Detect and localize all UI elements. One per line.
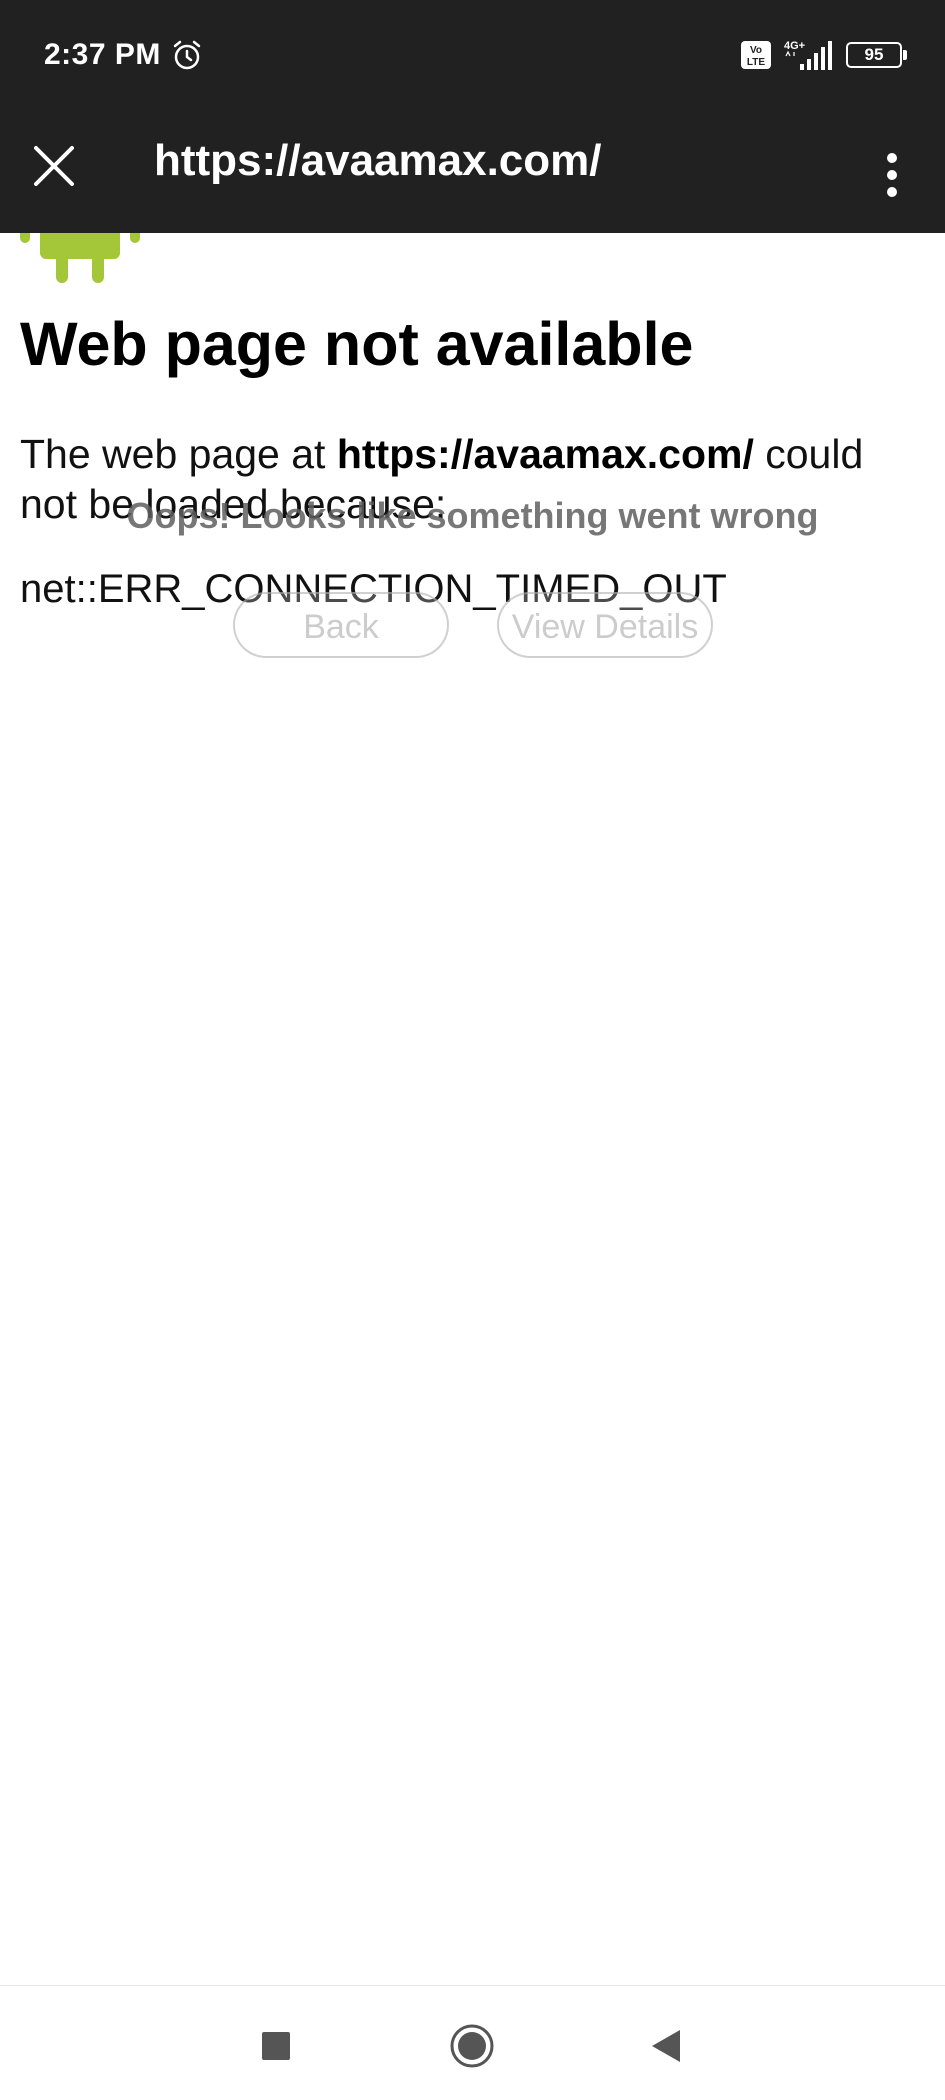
signal-4g-icon: 4G+ bbox=[784, 40, 832, 70]
status-bar: 2:37 PM Vo LTE 4G+ 95 bbox=[0, 0, 945, 112]
battery-tip bbox=[903, 50, 907, 60]
battery-level: 95 bbox=[864, 45, 884, 64]
back-triangle-icon[interactable] bbox=[648, 2026, 684, 2066]
battery-indicator: 95 bbox=[846, 42, 907, 68]
page-url-title: https://avaamax.com/ bbox=[154, 136, 602, 185]
overlay-error-text: Oops! Looks like something went wrong bbox=[126, 495, 819, 536]
view-details-button[interactable]: View Details bbox=[497, 592, 713, 658]
close-icon[interactable] bbox=[20, 132, 88, 200]
status-time: 2:37 PM bbox=[44, 38, 161, 71]
error-heading: Web page not available bbox=[20, 310, 694, 378]
recents-square-icon[interactable] bbox=[258, 2028, 294, 2064]
overlay-error-message: Oops! Looks like something went wrong bbox=[0, 495, 945, 537]
screen: 2:37 PM Vo LTE 4G+ 95 https://avaamax.co… bbox=[0, 0, 945, 2100]
back-button[interactable]: Back bbox=[233, 592, 449, 658]
alarm-clock-icon bbox=[173, 40, 201, 70]
overflow-menu-icon[interactable] bbox=[866, 132, 918, 212]
navigation-bar bbox=[0, 1986, 945, 2100]
volte-icon: Vo LTE bbox=[741, 41, 771, 69]
svg-text:LTE: LTE bbox=[747, 57, 765, 68]
app-bar: https://avaamax.com/ bbox=[0, 112, 945, 233]
android-robot-icon bbox=[20, 233, 140, 283]
web-content: Web page not available The web page at h… bbox=[0, 233, 945, 1985]
error-desc-prefix: The web page at bbox=[20, 431, 337, 477]
svg-text:Vo: Vo bbox=[750, 45, 762, 56]
svg-text:4G+: 4G+ bbox=[784, 40, 805, 52]
error-desc-url: https://avaamax.com/ bbox=[336, 431, 754, 477]
home-circle-icon[interactable] bbox=[449, 2023, 495, 2069]
